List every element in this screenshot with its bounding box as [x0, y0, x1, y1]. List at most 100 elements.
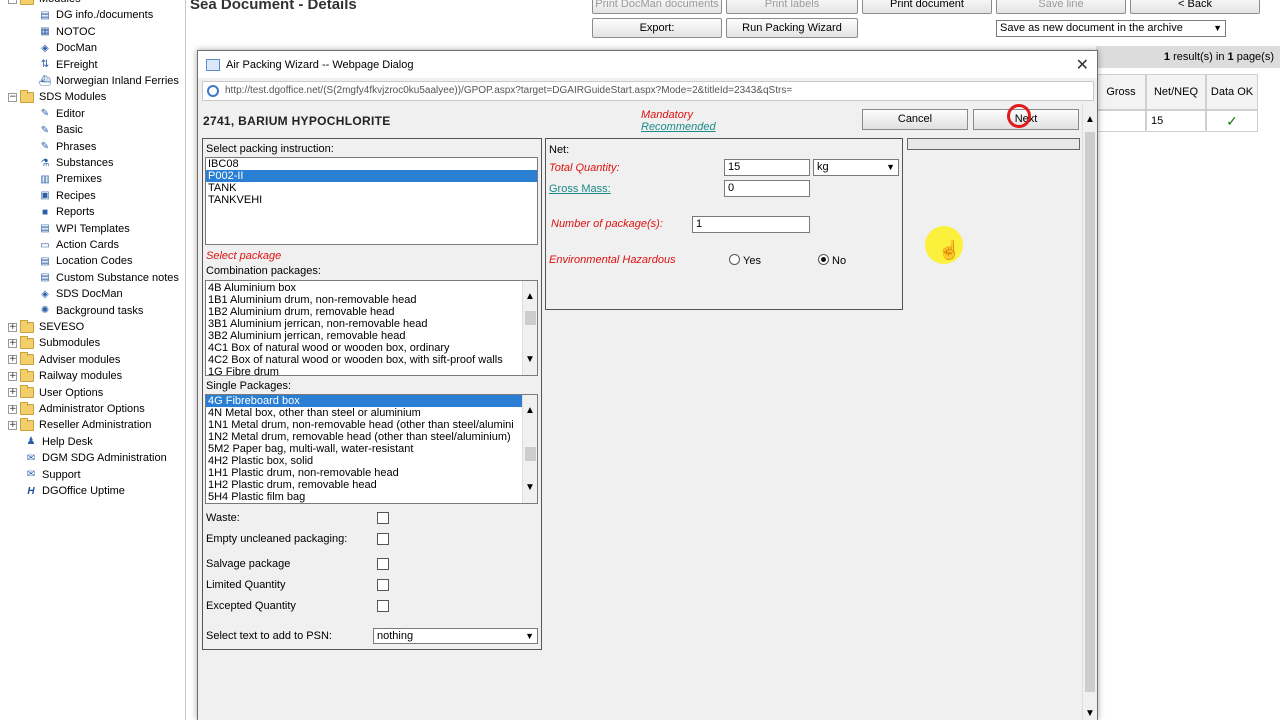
sidebar-item-basic[interactable]: ✎ Basic: [38, 122, 83, 138]
limited-quantity-checkbox[interactable]: [377, 579, 389, 591]
sidebar-item-premixes[interactable]: ▥ Premixes: [38, 171, 102, 187]
list-item[interactable]: 1H1 Plastic drum, non-removable head: [206, 467, 524, 479]
list-item[interactable]: 3B1 Aluminium jerrican, non-removable he…: [206, 318, 524, 330]
expand-toggle-icon[interactable]: −: [8, 0, 17, 4]
sidebar-item-dgoffice-uptime[interactable]: H DGOffice Uptime: [24, 483, 125, 499]
sidebar-item-sds-modules[interactable]: − SDS Modules: [8, 89, 106, 105]
scroll-up-icon[interactable]: ▲: [525, 405, 535, 416]
scroll-up-icon[interactable]: ▲: [1085, 114, 1095, 125]
print-document-button[interactable]: Print document: [862, 0, 992, 14]
sidebar-item-label: WPI Templates: [56, 222, 130, 235]
list-item[interactable]: 4H2 Plastic box, solid: [206, 455, 524, 467]
sidebar-item-phrases[interactable]: ✎ Phrases: [38, 139, 97, 155]
excepted-quantity-checkbox[interactable]: [377, 600, 389, 612]
list-item[interactable]: 5M2 Paper bag, multi-wall, water-resista…: [206, 443, 524, 455]
sidebar-item-reports[interactable]: ■ Reports: [38, 204, 95, 220]
list-item[interactable]: 5H4 Plastic film bag: [206, 491, 524, 503]
sidebar-item-norwegian-inland-ferries[interactable]: ⛴ Norwegian Inland Ferries: [38, 73, 179, 89]
sidebar-item-reseller-administration[interactable]: + Reseller Administration: [8, 417, 152, 433]
cancel-button[interactable]: Cancel: [862, 109, 968, 130]
sidebar-item-notoc[interactable]: ▦ NOTOC: [38, 24, 95, 40]
list-item[interactable]: 3B2 Aluminium jerrican, removable head: [206, 330, 524, 342]
list-item[interactable]: 1N1 Metal drum, non-removable head (othe…: [206, 419, 524, 431]
list-item[interactable]: 4G Fibreboard box: [206, 395, 524, 407]
expand-toggle-icon[interactable]: −: [8, 92, 17, 102]
salvage-package-checkbox[interactable]: [377, 558, 389, 570]
print-docman-button[interactable]: Print DocMan documents: [592, 0, 722, 14]
save-line-button[interactable]: Save line: [996, 0, 1126, 14]
print-labels-button[interactable]: Print labels: [726, 0, 858, 14]
list-item[interactable]: IBC08: [206, 158, 537, 170]
sidebar-item-user-options[interactable]: + User Options: [8, 385, 103, 401]
psn-text-select[interactable]: nothing ▼: [373, 628, 538, 644]
total-quantity-input[interactable]: 15: [724, 159, 810, 176]
sidebar-item-help-desk[interactable]: ♟ Help Desk: [24, 434, 93, 450]
scroll-down-icon[interactable]: ▼: [1085, 708, 1095, 719]
scroll-thumb[interactable]: [525, 311, 536, 325]
export-button[interactable]: Export:: [592, 18, 722, 38]
combination-packages-list[interactable]: 4B Aluminium box 1B1 Aluminium drum, non-…: [205, 280, 538, 376]
sidebar-item-wpi-templates[interactable]: ▤ WPI Templates: [38, 221, 130, 237]
sidebar-item-efreight[interactable]: ⇅ EFreight: [38, 57, 98, 73]
scroll-down-icon[interactable]: ▼: [525, 354, 535, 365]
save-mode-select[interactable]: Save as new document in the archive ▼: [996, 20, 1226, 37]
sidebar-item-support[interactable]: ✉ Support: [24, 467, 81, 483]
list-item[interactable]: 4N Metal box, other than steel or alumin…: [206, 407, 524, 419]
expand-toggle-icon[interactable]: +: [8, 404, 17, 414]
list-item[interactable]: TANKVEHI: [206, 194, 537, 206]
list-item[interactable]: P002-II: [206, 170, 537, 182]
list-item[interactable]: 1H2 Plastic drum, removable head: [206, 479, 524, 491]
sidebar-item-substances[interactable]: ⚗ Substances: [38, 155, 114, 171]
sidebar-item-adviser-modules[interactable]: + Adviser modules: [8, 352, 120, 368]
unit-select[interactable]: kg ▼: [813, 159, 899, 176]
expand-toggle-icon[interactable]: +: [8, 322, 17, 332]
sidebar-item-custom-substance-notes[interactable]: ▤ Custom Substance notes: [38, 270, 179, 286]
sidebar-item-administrator-options[interactable]: + Administrator Options: [8, 401, 145, 417]
empty-uncleaned-checkbox[interactable]: [377, 533, 389, 545]
sidebar-item-docman[interactable]: ◈ DocMan: [38, 40, 97, 56]
sidebar-item-background-tasks[interactable]: ✺ Background tasks: [38, 303, 144, 319]
sidebar-item-action-cards[interactable]: ▭ Action Cards: [38, 237, 119, 253]
sidebar-item-dgm-sdg-administration[interactable]: ✉ DGM SDG Administration: [24, 450, 167, 466]
dialog-scrollbar[interactable]: ▲ ▼: [1082, 104, 1097, 720]
waste-checkbox[interactable]: [377, 512, 389, 524]
sidebar-item-editor[interactable]: ✎ Editor: [38, 106, 85, 122]
scroll-thumb[interactable]: [1085, 132, 1095, 692]
env-no-radio[interactable]: [818, 254, 829, 265]
list-item[interactable]: 1N2 Metal drum, removable head (other th…: [206, 431, 524, 443]
list-item[interactable]: 1G Fibre drum: [206, 366, 524, 375]
sidebar-item-recipes[interactable]: ▣ Recipes: [38, 188, 95, 204]
next-button[interactable]: Next: [973, 104, 1079, 130]
sidebar-item-dg-info-documents[interactable]: ▤ DG info./documents: [38, 7, 153, 23]
expand-toggle-icon[interactable]: +: [8, 355, 17, 365]
list-item[interactable]: TANK: [206, 182, 537, 194]
expand-toggle-icon[interactable]: +: [8, 420, 17, 430]
sidebar-item-sds-docman[interactable]: ◈ SDS DocMan: [38, 286, 123, 302]
packing-instruction-list[interactable]: IBC08 P002-II TANK TANKVEHI: [205, 157, 538, 245]
sidebar-item-modules[interactable]: − Modules: [8, 0, 81, 7]
back-button[interactable]: < Back: [1130, 0, 1260, 14]
list-item[interactable]: 1B1 Aluminium drum, non-removable head: [206, 294, 524, 306]
sidebar-item-railway-modules[interactable]: + Railway modules: [8, 368, 122, 384]
sidebar-item-seveso[interactable]: + SEVESO: [8, 319, 84, 335]
run-packing-wizard-button[interactable]: Run Packing Wizard: [726, 18, 858, 38]
expand-toggle-icon[interactable]: +: [8, 388, 17, 398]
single-scrollbar[interactable]: ▲ ▼: [522, 395, 537, 503]
list-item[interactable]: 1B2 Aluminium drum, removable head: [206, 306, 524, 318]
expand-toggle-icon[interactable]: +: [8, 371, 17, 381]
list-item[interactable]: 4C1 Box of natural wood or wooden box, o…: [206, 342, 524, 354]
scroll-up-icon[interactable]: ▲: [525, 291, 535, 302]
sidebar-item-submodules[interactable]: + Submodules: [8, 335, 100, 351]
number-of-packages-input[interactable]: 1: [692, 216, 810, 233]
expand-toggle-icon[interactable]: +: [8, 338, 17, 348]
list-item[interactable]: 4C2 Box of natural wood or wooden box, w…: [206, 354, 524, 366]
scroll-thumb[interactable]: [525, 447, 536, 461]
list-item[interactable]: 4B Aluminium box: [206, 282, 524, 294]
sidebar-item-location-codes[interactable]: ▤ Location Codes: [38, 253, 132, 269]
scroll-down-icon[interactable]: ▼: [525, 482, 535, 493]
close-icon[interactable]: ✕: [1076, 55, 1089, 74]
single-packages-list[interactable]: 4G Fibreboard box 4N Metal box, other tha…: [205, 394, 538, 504]
combination-scrollbar[interactable]: ▲ ▼: [522, 281, 537, 375]
env-yes-radio[interactable]: [729, 254, 740, 265]
gross-mass-input[interactable]: 0: [724, 180, 810, 197]
